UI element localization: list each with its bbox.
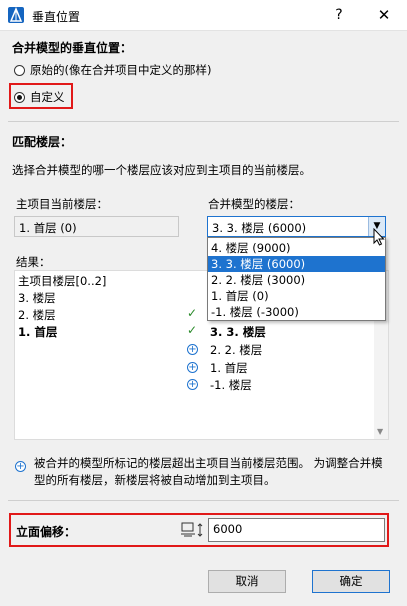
host-story-row-current: 1. 首层 xyxy=(18,325,58,339)
dropdown-option[interactable]: 2. 2. 楼层 (3000) xyxy=(208,272,385,288)
divider xyxy=(8,500,399,501)
plus-circle-icon: + xyxy=(187,344,198,355)
merged-story-options[interactable]: 4. 楼层 (9000) 3. 3. 楼层 (6000) 2. 2. 楼层 (3… xyxy=(207,237,386,321)
plus-circle-icon: + xyxy=(15,461,26,472)
host-story-field: 1. 首层 (0) xyxy=(14,216,179,237)
scroll-down-icon[interactable]: ▼ xyxy=(377,427,383,436)
offset-input[interactable]: 6000 xyxy=(208,518,385,542)
dropdown-option-selected[interactable]: 3. 3. 楼层 (6000) xyxy=(208,256,385,272)
close-icon[interactable]: ✕ xyxy=(374,5,394,25)
host-story-label: 主项目当前楼层： xyxy=(16,197,108,211)
radio-custom[interactable]: 自定义 xyxy=(14,89,65,105)
host-stories-header: 主项目楼层[0..2] xyxy=(18,274,107,288)
note-text: 被合并的模型所标记的楼层超出主项目当前楼层范围。 为调整合并模型的所有楼层，新楼… xyxy=(34,456,383,487)
plus-circle-icon: + xyxy=(187,379,198,390)
app-icon xyxy=(8,7,24,23)
match-section-title: 匹配楼层： xyxy=(12,135,73,149)
results-label: 结果： xyxy=(16,255,51,269)
radio-original-circle[interactable] xyxy=(14,64,25,76)
merged-story-label: 合并模型的楼层： xyxy=(208,197,300,211)
host-story-row: 2. 楼层 xyxy=(18,308,56,322)
ok-button[interactable]: 确定 xyxy=(312,570,390,593)
title-bar: 垂直位置 ? ✕ xyxy=(0,0,407,31)
dropdown-option[interactable]: -1. 楼层 (-3000) xyxy=(208,304,385,320)
dropdown-option[interactable]: 4. 楼层 (9000) xyxy=(208,240,385,256)
merged-story-row: 1. 首层 xyxy=(210,361,248,375)
plus-circle-icon: + xyxy=(187,362,198,373)
radio-original-label: 原始的(像在合并项目中定义的那样) xyxy=(30,63,212,77)
help-icon[interactable]: ? xyxy=(329,5,349,25)
merged-story-row: 3. 3. 楼层 xyxy=(210,325,266,339)
mouse-cursor-icon xyxy=(373,227,385,249)
match-description: 选择合并模型的哪一个楼层应该对应到主项目的当前楼层。 xyxy=(12,163,311,177)
elevation-offset-icon xyxy=(180,521,204,542)
merged-story-dropdown[interactable]: 3. 3. 楼层 (6000) ▼ xyxy=(207,216,386,237)
offset-value: 6000 xyxy=(213,522,243,536)
host-story-value: 1. 首层 (0) xyxy=(19,221,77,235)
dropdown-option[interactable]: 1. 首层 (0) xyxy=(208,288,385,304)
divider xyxy=(8,121,399,122)
offset-label: 立面偏移： xyxy=(16,525,77,539)
host-story-row: 3. 楼层 xyxy=(18,291,56,305)
merged-story-selected: 3. 3. 楼层 (6000) xyxy=(212,221,307,235)
merged-story-row: -1. 楼层 xyxy=(210,378,252,392)
check-icon: ✓ xyxy=(187,323,198,337)
radio-custom-circle[interactable] xyxy=(14,91,25,103)
radio-custom-label: 自定义 xyxy=(30,90,65,104)
window-title: 垂直位置 xyxy=(32,10,81,24)
cancel-button[interactable]: 取消 xyxy=(208,570,286,593)
merged-story-row: 2. 2. 楼层 xyxy=(210,343,263,357)
check-icon: ✓ xyxy=(187,306,198,320)
radio-original[interactable]: 原始的(像在合并项目中定义的那样) xyxy=(14,62,211,78)
merge-section-title: 合并模型的垂直位置： xyxy=(12,41,133,55)
